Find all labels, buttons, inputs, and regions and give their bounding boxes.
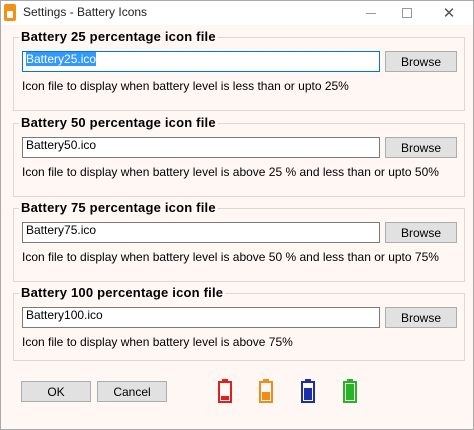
- battery-100-file-input[interactable]: Battery100.ico: [22, 307, 380, 328]
- battery-25-file-input[interactable]: Battery25.ico: [22, 51, 380, 72]
- group-battery-75: Battery 75 percentage icon file Battery7…: [13, 200, 465, 282]
- battery-level-fill: [221, 396, 229, 400]
- battery-level-fill: [262, 392, 270, 400]
- close-icon: ✕: [442, 5, 456, 22]
- input-value: Battery50.ico: [26, 138, 97, 152]
- group-battery-25: Battery 25 percentage icon file Battery2…: [13, 29, 465, 111]
- minimize-button[interactable]: [353, 1, 389, 25]
- browse-button-100[interactable]: Browse: [385, 307, 457, 328]
- cancel-button[interactable]: Cancel: [97, 381, 167, 402]
- window-title: Settings - Battery Icons: [23, 5, 148, 19]
- battery-75-icon: [301, 379, 315, 403]
- group-label: Battery 100 percentage icon file: [19, 285, 226, 300]
- browse-button-50[interactable]: Browse: [385, 137, 457, 158]
- battery-75-file-input[interactable]: Battery75.ico: [22, 222, 380, 243]
- battery-level-fill: [346, 384, 354, 400]
- maximize-icon: [402, 8, 412, 18]
- input-value: Battery75.ico: [26, 223, 97, 237]
- input-value: Battery100.ico: [26, 308, 103, 322]
- group-label: Battery 25 percentage icon file: [19, 29, 218, 44]
- ok-button[interactable]: OK: [21, 381, 91, 402]
- battery-50-file-input[interactable]: Battery50.ico: [22, 137, 380, 158]
- group-description: Icon file to display when battery level …: [22, 165, 439, 179]
- group-battery-50: Battery 50 percentage icon file Battery5…: [13, 115, 465, 197]
- close-button[interactable]: ✕: [431, 1, 467, 25]
- input-value: Battery25.ico: [26, 52, 97, 66]
- battery-25-icon: [218, 379, 232, 403]
- browse-button-25[interactable]: Browse: [385, 51, 457, 72]
- maximize-button[interactable]: [389, 1, 425, 25]
- battery-50-icon: [259, 379, 273, 403]
- minimize-icon: [366, 12, 376, 14]
- group-battery-100: Battery 100 percentage icon file Battery…: [13, 285, 465, 361]
- group-description: Icon file to display when battery level …: [22, 79, 349, 93]
- browse-button-75[interactable]: Browse: [385, 222, 457, 243]
- battery-level-fill: [304, 388, 312, 400]
- group-description: Icon file to display when battery level …: [22, 250, 439, 264]
- battery-100-icon: [343, 379, 357, 403]
- settings-window: Settings - Battery Icons ✕ Battery 25 pe…: [0, 0, 474, 430]
- group-description: Icon file to display when battery level …: [22, 335, 293, 349]
- title-bar[interactable]: Settings - Battery Icons ✕: [1, 1, 473, 25]
- battery-app-icon: [4, 4, 16, 21]
- group-label: Battery 75 percentage icon file: [19, 200, 218, 215]
- group-label: Battery 50 percentage icon file: [19, 115, 218, 130]
